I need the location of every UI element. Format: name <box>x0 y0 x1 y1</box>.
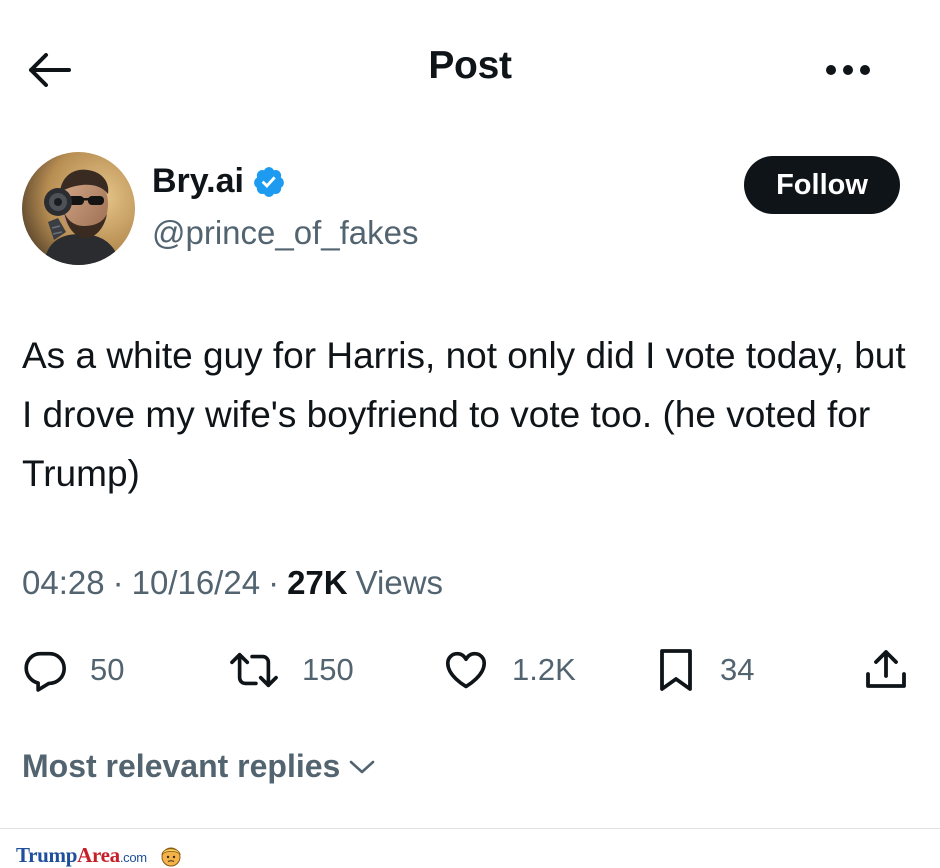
repost-button[interactable]: 150 <box>228 640 354 700</box>
share-button[interactable] <box>862 640 910 700</box>
footer-watermark-bar: TrumpArea.com <box>0 828 940 868</box>
site-watermark: TrumpArea.com <box>16 843 183 868</box>
watermark-part1: Trump <box>16 843 78 867</box>
page-title: Post <box>428 44 512 87</box>
avatar-image <box>22 152 135 265</box>
top-bar: Post <box>0 0 940 140</box>
author-row: Bry.ai @prince_of_fakes Follow <box>22 152 918 268</box>
repost-count: 150 <box>302 652 354 687</box>
tweet-text: As a white guy for Harris, not only did … <box>22 335 906 494</box>
replies-sort-label: Most relevant replies <box>22 748 341 784</box>
views-count: 27K <box>287 564 348 601</box>
chevron-down-icon <box>350 760 375 773</box>
bookmark-count: 34 <box>720 652 755 687</box>
display-name[interactable]: Bry.ai <box>152 162 286 201</box>
tweet-date[interactable]: 10/16/24 <box>132 564 260 602</box>
tweet-time[interactable]: 04:28 <box>22 564 105 602</box>
views-label: Views <box>355 564 444 601</box>
action-bar: 50 150 1.2K 34 <box>0 640 940 700</box>
reply-icon <box>24 651 66 692</box>
bookmark-button[interactable]: 34 <box>654 640 754 700</box>
share-icon <box>866 650 906 688</box>
meta-separator: · <box>268 564 280 601</box>
avatar[interactable] <box>22 152 135 265</box>
heart-icon <box>445 651 487 689</box>
trump-logo-icon <box>161 847 181 866</box>
bookmark-icon <box>660 649 692 691</box>
like-button[interactable]: 1.2K <box>442 640 576 700</box>
replies-sort-dropdown[interactable]: Most relevant replies <box>22 748 376 785</box>
watermark-text: TrumpArea.com <box>16 843 147 868</box>
follow-button[interactable]: Follow <box>744 156 900 214</box>
more-horizontal-icon <box>826 65 870 75</box>
user-handle[interactable]: @prince_of_fakes <box>152 214 418 252</box>
more-options-button[interactable] <box>818 52 878 88</box>
verified-badge-icon <box>254 166 284 197</box>
meta-separator: · <box>112 564 124 601</box>
watermark-suffix: .com <box>119 850 147 865</box>
display-name-text: Bry.ai <box>152 162 244 200</box>
reply-count: 50 <box>90 652 125 687</box>
reply-button[interactable]: 50 <box>22 640 124 700</box>
tweet-meta: 04:28 · 10/16/24 · 27K Views <box>22 564 443 602</box>
repost-icon <box>230 652 278 688</box>
watermark-part2: Area <box>77 843 120 867</box>
like-count: 1.2K <box>512 652 576 687</box>
